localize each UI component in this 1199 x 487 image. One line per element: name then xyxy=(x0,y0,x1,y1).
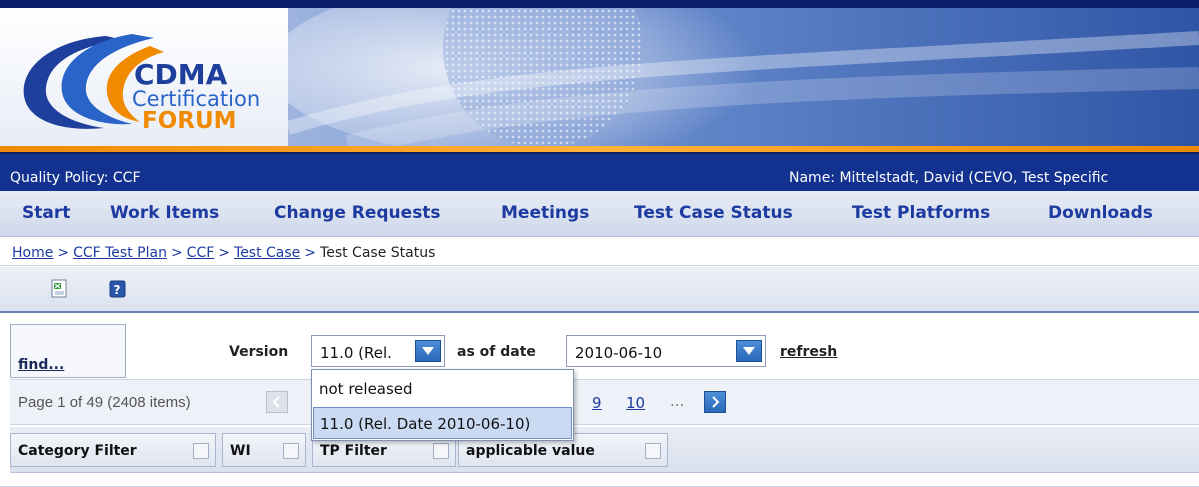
version-select[interactable]: 11.0 (Rel. xyxy=(311,335,445,367)
refresh-link[interactable]: refresh xyxy=(780,344,837,360)
page-link-9[interactable]: 9 xyxy=(592,394,602,412)
filter-dropdown-icon[interactable] xyxy=(283,443,299,459)
top-strip xyxy=(0,0,1199,8)
breadcrumb-home[interactable]: Home xyxy=(12,245,53,261)
quality-policy-text: Quality Policy: CCF xyxy=(10,170,141,186)
help-icon[interactable]: ? xyxy=(109,279,127,299)
cdma-logo-icon: CDMA Certification FORUM xyxy=(23,34,260,134)
user-name-text: Name: Mittelstadt, David (CEVO, Test Spe… xyxy=(789,170,1109,186)
nav-change-requests[interactable]: Change Requests xyxy=(274,203,441,223)
version-option-not-released[interactable]: not released xyxy=(313,373,572,405)
nav-start[interactable]: Start xyxy=(22,203,70,223)
breadcrumb-ccf[interactable]: CCF xyxy=(187,245,215,261)
version-option-label: not released xyxy=(319,380,413,398)
version-select-value: 11.0 (Rel. xyxy=(320,344,392,362)
date-select-value: 2010-06-10 xyxy=(575,344,663,362)
breadcrumb-separator: > xyxy=(218,245,231,261)
svg-text:?: ? xyxy=(114,283,121,297)
breadcrumb-separator: > xyxy=(304,245,317,261)
filter-dropdown-icon[interactable] xyxy=(193,443,209,459)
breadcrumb: Home > CCF Test Plan > CCF > Test Case > Test Ca… xyxy=(0,238,1199,266)
chevron-down-icon[interactable] xyxy=(736,340,762,362)
header-banner: CDMA Certification FORUM xyxy=(0,8,1199,146)
wi-filter-button[interactable]: WI xyxy=(222,433,306,467)
nav-test-case-status[interactable]: Test Case Status xyxy=(634,203,793,223)
pager: Page 1 of 49 (2408 items) 9 10 ... xyxy=(10,379,1199,425)
main-nav: Start Work Items Change Requests Meeting… xyxy=(0,191,1199,237)
breadcrumb-separator: > xyxy=(57,245,70,261)
breadcrumb-test-case[interactable]: Test Case xyxy=(234,245,300,261)
filter-dropdown-icon[interactable] xyxy=(433,443,449,459)
category-filter-button[interactable]: Category Filter xyxy=(10,433,216,467)
pager-ellipsis: ... xyxy=(670,392,685,410)
category-filter-label: Category Filter xyxy=(18,443,137,459)
find-link[interactable]: find... xyxy=(18,357,64,373)
version-dropdown-list: not released 11.0 (Rel. Date 2010-06-10) xyxy=(311,369,574,441)
breadcrumb-separator: > xyxy=(170,245,183,261)
chevron-right-icon xyxy=(712,396,720,408)
chevron-left-icon xyxy=(272,396,280,408)
previous-page-button[interactable] xyxy=(266,391,288,413)
nav-test-platforms[interactable]: Test Platforms xyxy=(852,203,990,223)
svg-text:FORUM: FORUM xyxy=(142,108,237,134)
breadcrumb-current: Test Case Status xyxy=(320,245,436,261)
chevron-down-icon[interactable] xyxy=(415,340,441,362)
nav-work-items[interactable]: Work Items xyxy=(110,203,219,223)
date-select[interactable]: 2010-06-10 xyxy=(566,335,766,367)
find-panel: find... xyxy=(10,324,126,378)
version-option-label: 11.0 (Rel. Date 2010-06-10) xyxy=(320,415,531,433)
info-bar: Quality Policy: CCF Name: Mittelstadt, D… xyxy=(0,152,1199,191)
wi-filter-label: WI xyxy=(230,443,251,459)
pager-summary: Page 1 of 49 (2408 items) xyxy=(18,394,191,411)
tp-filter-label: TP Filter xyxy=(320,443,387,459)
version-option-11-0[interactable]: 11.0 (Rel. Date 2010-06-10) xyxy=(313,407,572,439)
excel-export-icon[interactable] xyxy=(51,279,69,299)
applicable-value-label: applicable value xyxy=(466,443,595,459)
filter-header-row: Category Filter WI TP Filter applicable … xyxy=(10,427,1199,473)
toolbar: ? xyxy=(0,267,1199,313)
globe-banner-image xyxy=(288,8,1199,146)
next-page-button[interactable] xyxy=(704,391,726,413)
nav-meetings[interactable]: Meetings xyxy=(501,203,589,223)
page-link-10[interactable]: 10 xyxy=(626,394,645,412)
breadcrumb-ccf-test-plan[interactable]: CCF Test Plan xyxy=(73,245,167,261)
as-of-date-label: as of date xyxy=(457,344,536,360)
filter-dropdown-icon[interactable] xyxy=(645,443,661,459)
logo[interactable]: CDMA Certification FORUM xyxy=(0,8,288,146)
nav-downloads[interactable]: Downloads xyxy=(1048,203,1153,223)
version-label: Version xyxy=(229,344,289,360)
